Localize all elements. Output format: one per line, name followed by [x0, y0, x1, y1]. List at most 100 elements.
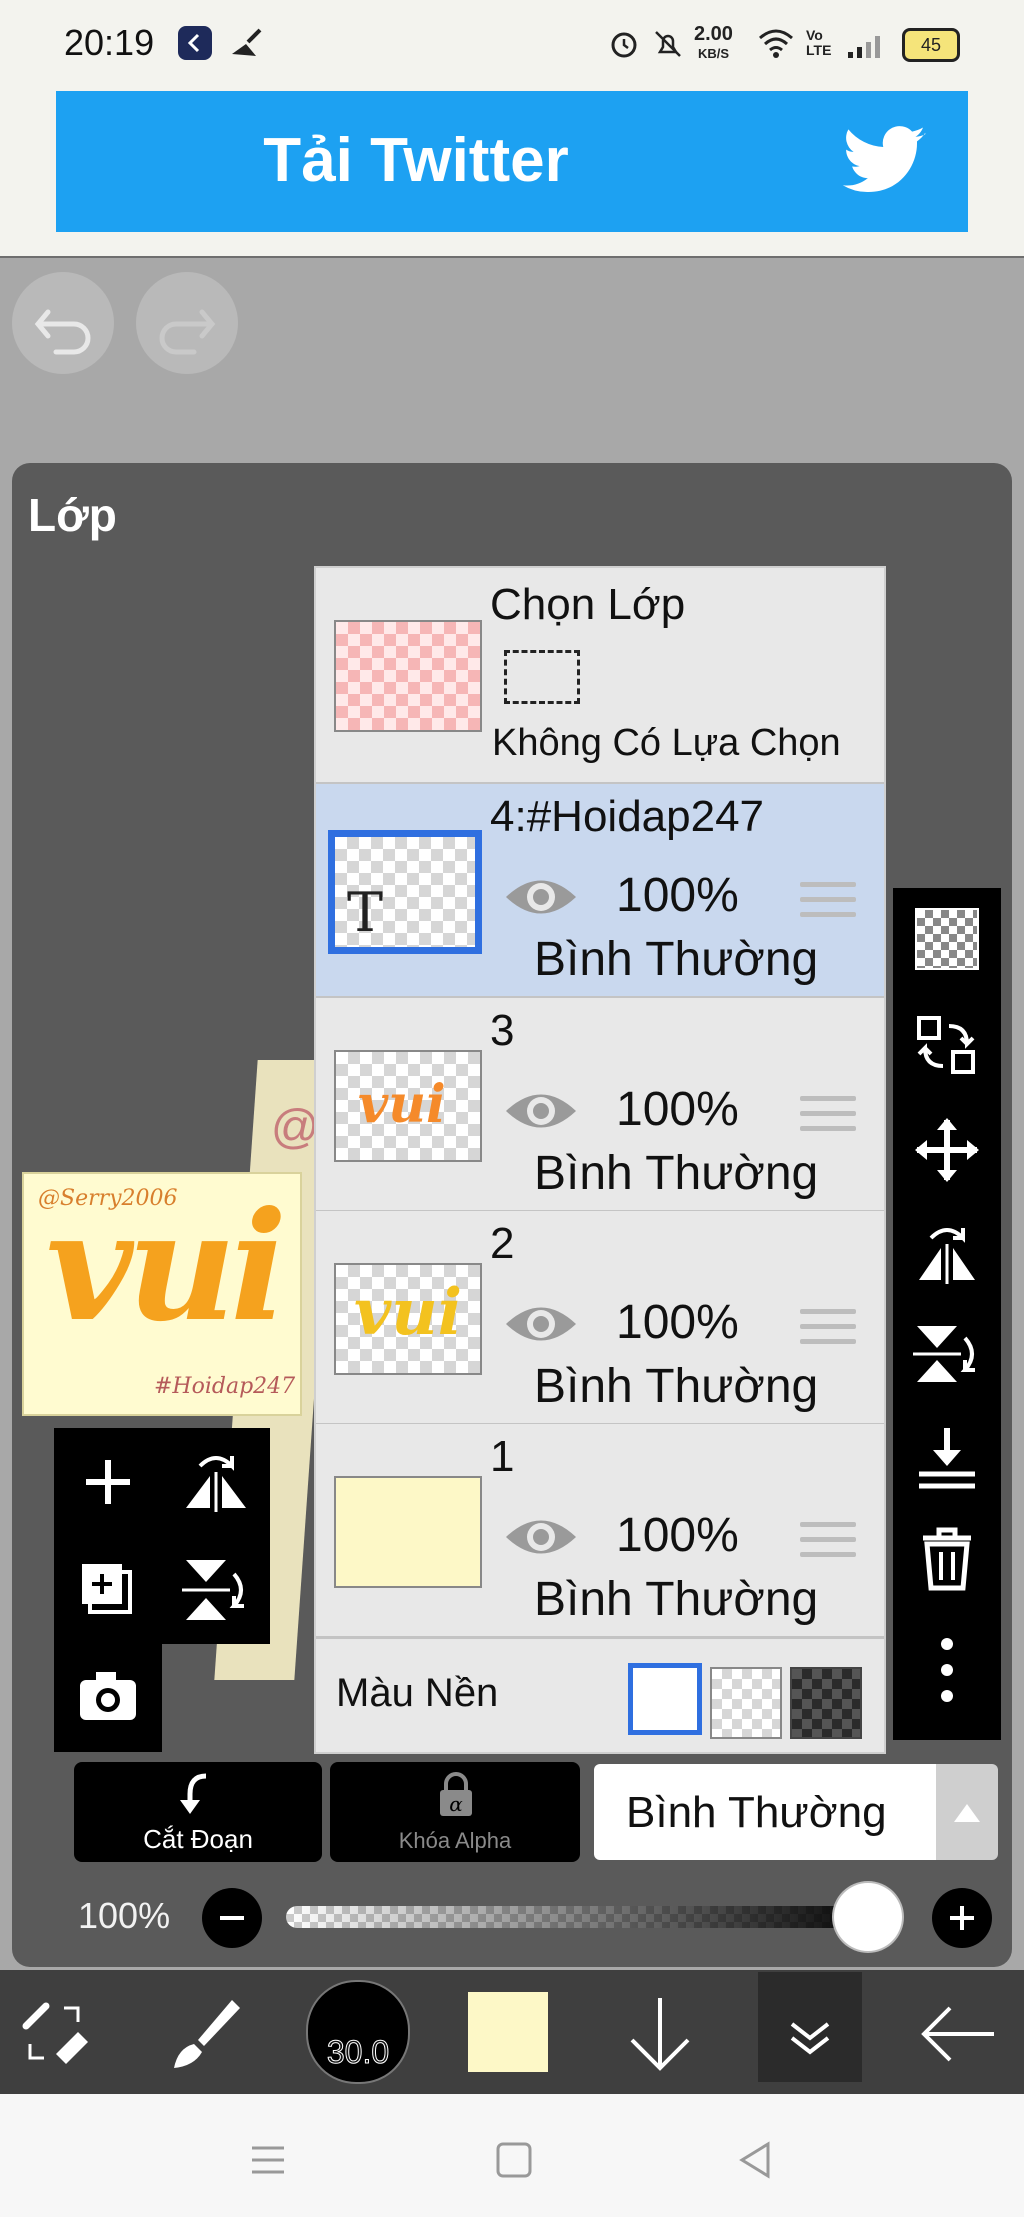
drag-handle-icon[interactable]	[800, 1522, 856, 1567]
camera-button[interactable]	[72, 1660, 144, 1737]
battery-level: 45	[920, 35, 942, 55]
recent-apps-button[interactable]	[248, 2140, 288, 2185]
bottom-toolbar: 30.0	[0, 1970, 1024, 2094]
tool-switch-button[interactable]	[16, 1992, 100, 2081]
layer-blend-mode: Bình Thường	[534, 933, 819, 986]
app-notification-icon	[178, 26, 212, 60]
layer-thumbnail: vui	[334, 1263, 482, 1375]
layer-name: 3	[490, 1006, 515, 1055]
lock-icon: α	[440, 1772, 472, 1816]
opacity-increase-button[interactable]	[932, 1888, 992, 1948]
delete-icon[interactable]	[913, 1524, 981, 1592]
layer-row[interactable]: 1 100% Bình Thường	[316, 1424, 884, 1639]
canvas-preview: @Serry2006 vui #Hoidap247	[22, 1172, 302, 1416]
ad-text: Tải Twitter	[263, 126, 569, 195]
layer-row[interactable]: vui 3 100% Bình Thường	[316, 998, 884, 1213]
home-button[interactable]	[494, 2140, 534, 2185]
opacity-decrease-button[interactable]	[202, 1888, 262, 1948]
layer-row[interactable]: vui 2 100% Bình Thường	[316, 1211, 884, 1426]
clipping-button[interactable]: Cắt Đoạn	[74, 1762, 322, 1862]
net-speed: 2.00 KB/S	[694, 24, 733, 64]
canvas-watermark-fragment: @	[270, 1101, 319, 1154]
redo-button[interactable]	[136, 272, 238, 374]
layer-opacity: 100%	[616, 1509, 739, 1562]
triangle-up-icon	[954, 1804, 980, 1822]
background-color-row: Màu Nền	[316, 1639, 884, 1752]
volte-indicator: Vo LTE	[806, 27, 832, 58]
undo-icon	[34, 309, 91, 355]
visibility-eye-icon[interactable]	[502, 1512, 580, 1567]
blend-mode-dropdown-button[interactable]	[936, 1764, 998, 1860]
arrow-left-icon	[921, 2006, 994, 2062]
flip-vertical-button[interactable]	[180, 1554, 252, 1631]
menu-icon	[252, 2146, 284, 2174]
opacity-slider-thumb[interactable]	[834, 1883, 902, 1951]
twitter-ad-banner[interactable]: Tải Twitter	[56, 91, 968, 232]
mute-bell-icon	[652, 28, 684, 65]
flip-horizontal-icon[interactable]	[913, 1218, 981, 1286]
broom-notification-icon	[226, 24, 266, 69]
layer-thumbnail: vui	[334, 1050, 482, 1162]
preview-tag: #Hoidap247	[154, 1374, 296, 1399]
visibility-eye-icon[interactable]	[502, 872, 580, 927]
layer-opacity: 100%	[616, 869, 739, 922]
layer-blend-mode: Bình Thường	[534, 1360, 819, 1413]
current-color-button[interactable]	[468, 1992, 548, 2072]
layer-thumbnail-art: vui	[358, 1074, 446, 1135]
selection-marquee-icon	[504, 650, 580, 704]
alpha-lock-label: Khóa Alpha	[398, 1828, 512, 1853]
brush-tool-button[interactable]	[164, 1992, 248, 2081]
bg-transparent-option[interactable]	[710, 1667, 782, 1739]
duplicate-layer-button[interactable]	[72, 1554, 144, 1631]
layers-list: Chọn Lớp Không Có Lựa Chọn T 4:#Hoidap24…	[314, 566, 886, 1754]
back-button[interactable]	[916, 1992, 1000, 2081]
flip-vertical-icon[interactable]	[913, 1320, 981, 1388]
visibility-eye-icon[interactable]	[502, 1086, 580, 1141]
add-layer-button[interactable]	[72, 1446, 144, 1523]
selection-layer-row[interactable]: Chọn Lớp Không Có Lựa Chọn	[316, 568, 884, 785]
minus-icon	[220, 1916, 244, 1920]
layer-thumbnail	[334, 1476, 482, 1588]
net-speed-unit: KB/S	[697, 46, 729, 61]
more-options-icon[interactable]	[913, 1634, 981, 1702]
layer-actions-toolbar	[893, 888, 1001, 1740]
duplicate-icon	[82, 1564, 132, 1614]
camera-icon	[80, 1672, 136, 1720]
layer-opacity: 100%	[616, 1296, 739, 1349]
visibility-eye-icon[interactable]	[502, 1299, 580, 1354]
opacity-slider[interactable]	[286, 1906, 886, 1928]
new-transparent-layer-icon[interactable]	[915, 908, 979, 970]
drag-handle-icon[interactable]	[800, 882, 856, 927]
merge-down-icon[interactable]	[913, 1424, 981, 1492]
background-label: Màu Nền	[336, 1671, 499, 1715]
layer-thumbnail: T	[328, 830, 482, 954]
drag-handle-icon[interactable]	[800, 1309, 856, 1354]
battery-icon: 45	[902, 28, 960, 62]
flip-vertical-icon	[182, 1560, 244, 1620]
arrow-down-icon	[630, 1998, 690, 2071]
drag-handle-icon[interactable]	[800, 1096, 856, 1141]
preview-word: vui	[46, 1179, 287, 1355]
status-bar: 20:19 2.00 KB/S Vo LTE 45	[0, 0, 1024, 90]
double-chevron-down-icon	[790, 2022, 830, 2055]
undo-button[interactable]	[12, 272, 114, 374]
brush-size-button[interactable]: 30.0	[306, 1980, 410, 2084]
triangle-back-icon	[739, 2141, 770, 2179]
move-icon[interactable]	[913, 1116, 981, 1184]
layer-blend-mode: Bình Thường	[534, 1573, 819, 1626]
bg-white-option[interactable]	[628, 1663, 702, 1735]
plus-icon	[950, 1906, 974, 1930]
swap-layer-icon[interactable]	[913, 1012, 981, 1080]
flip-canvas-button[interactable]	[180, 1446, 252, 1523]
layer-row[interactable]: T 4:#Hoidap247 100% Bình Thường	[316, 784, 884, 999]
text-layer-icon: T	[347, 881, 384, 944]
clipping-arrow-icon	[180, 1773, 207, 1814]
layer-down-button[interactable]	[620, 1992, 700, 2081]
alpha-lock-button[interactable]: α Khóa Alpha	[330, 1762, 580, 1862]
bg-dark-option[interactable]	[790, 1667, 862, 1739]
layer-name: 4:#Hoidap247	[490, 792, 765, 841]
brush-eraser-swap-icon	[22, 2002, 88, 2064]
layer-panel-toggle-button[interactable]	[758, 1972, 862, 2082]
blend-mode-select[interactable]: Bình Thường	[594, 1764, 936, 1860]
system-back-button[interactable]	[736, 2140, 776, 2185]
